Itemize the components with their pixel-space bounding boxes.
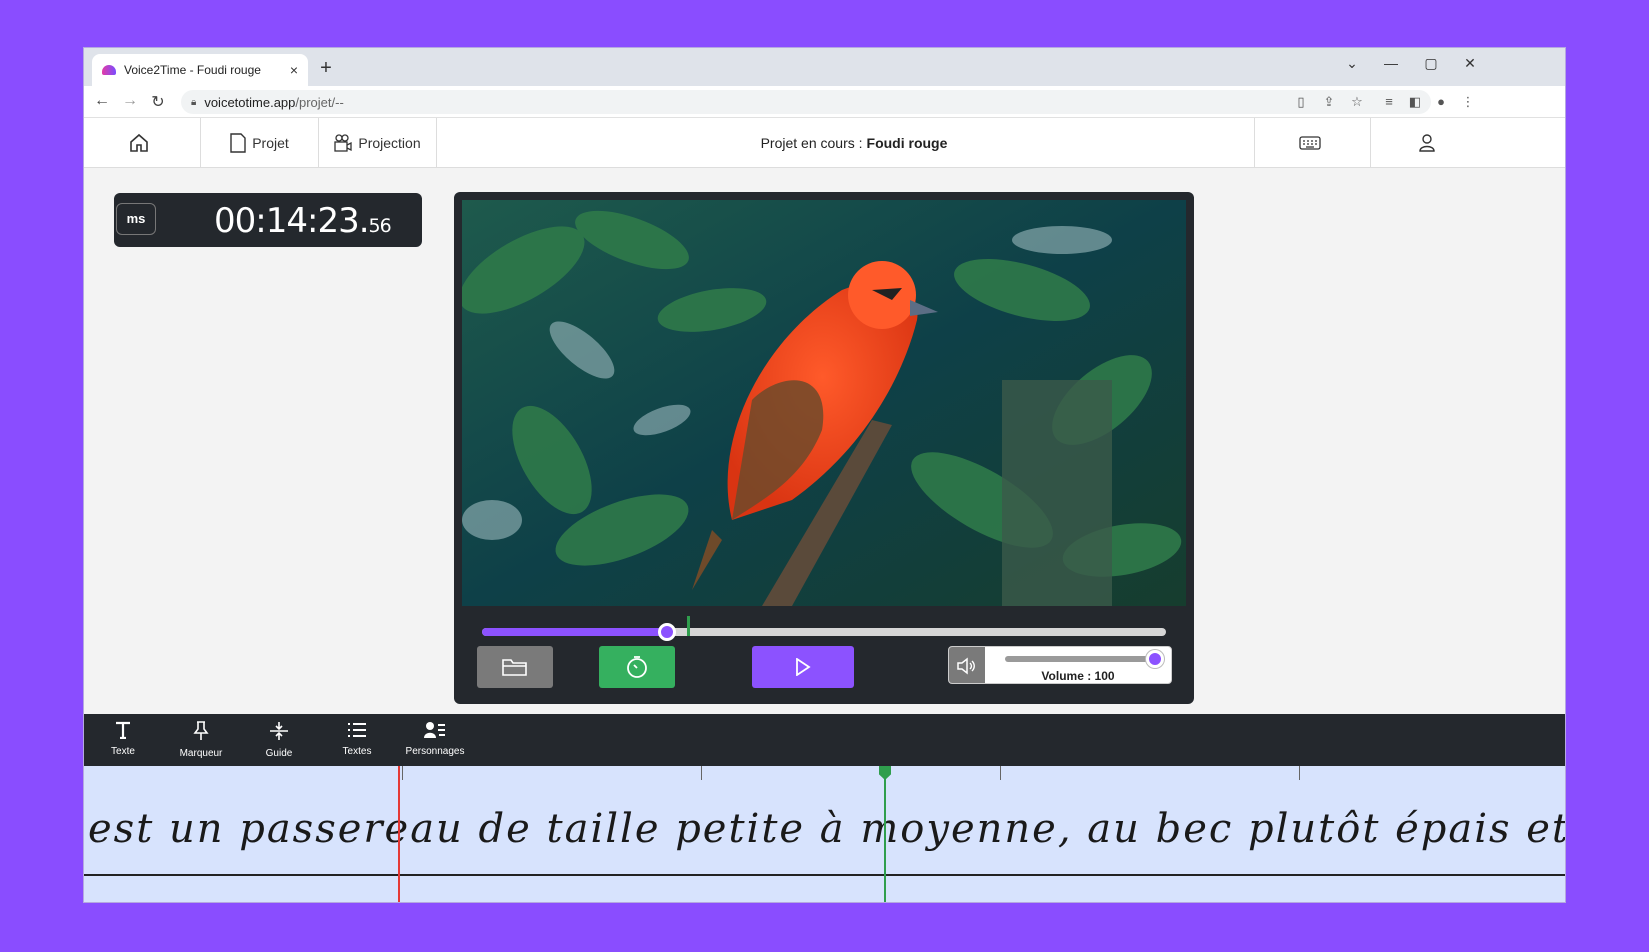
bird-video-image [462,200,1186,606]
address-bar: ← → ↻ 🔒︎ voicetotime.app/projet/-- ▯ ⇪ ☆… [84,86,1565,118]
share-icon[interactable]: ⇪ [1320,94,1338,110]
current-project: Projet en cours : Foudi rouge [454,118,1254,168]
browser-window: Voice2Time - Foudi rouge × + ⌄ — ▢ ✕ ← →… [83,47,1566,903]
user-button[interactable] [1371,118,1488,168]
stopwatch-icon [627,656,647,678]
url-path: /projet/-- [295,94,344,110]
tab-title: Voice2Time - Foudi rouge [124,63,261,77]
pin-icon [193,721,209,740]
mute-button[interactable] [949,647,985,683]
timer-display: ms 00:14:23.56 [114,193,422,247]
projet-button[interactable]: Projet [201,118,319,168]
tool-textes[interactable]: Textes [316,714,398,766]
ms-toggle-button[interactable]: ms [116,203,156,235]
volume-slider[interactable] [1005,656,1155,662]
menu-dots-icon[interactable]: ⋮ [1459,94,1477,110]
marker-cursor[interactable] [884,766,886,902]
app-header: Projet Projection Projet en cours : Foud… [84,118,1565,168]
stopwatch-button[interactable] [599,646,675,688]
time-ms: 56 [368,215,392,237]
reading-list-icon[interactable]: ≡ [1380,94,1398,110]
timeline-baseline [84,874,1565,876]
projector-icon [334,134,353,152]
home-button[interactable] [84,118,201,168]
reload-icon[interactable]: ↻ [144,92,172,112]
video-frame[interactable] [462,200,1186,606]
timeline-text[interactable]: est un passereau de taille petite à moye… [88,806,1565,852]
close-window-button[interactable]: ✕ [1455,52,1485,74]
tool-personnages[interactable]: Personnages [394,714,476,766]
volume-control: Volume : 100 [948,646,1172,684]
timeline[interactable]: est un passereau de taille petite à moye… [84,766,1565,902]
open-file-button[interactable] [477,646,553,688]
clipboard-icon[interactable]: ▯ [1292,94,1310,110]
play-icon [796,658,811,676]
keyboard-icon [1298,136,1321,150]
timeline-tick [402,766,403,780]
bookmark-star-icon[interactable]: ☆ [1348,94,1366,110]
browser-tab[interactable]: Voice2Time - Foudi rouge × [92,54,308,86]
projet-label: Projet [252,135,289,151]
text-icon [116,721,130,739]
projection-button[interactable]: Projection [319,118,437,168]
tool-label: Personnages [405,746,465,757]
guide-icon [270,722,288,740]
user-icon [1418,134,1435,152]
current-time-cursor[interactable] [398,766,400,902]
forward-icon[interactable]: → [116,92,144,110]
tool-label: Marqueur [179,748,223,759]
timeline-tick [1299,766,1300,780]
seek-progress [482,628,667,636]
back-icon[interactable]: ← [88,92,116,110]
tab-strip: Voice2Time - Foudi rouge × + ⌄ — ▢ ✕ [84,48,1565,86]
seek-bar[interactable] [482,616,1166,641]
lock-icon: 🔒︎ [191,96,197,108]
home-icon [130,133,148,152]
volume-label: Volume : 100 [1041,669,1115,683]
projection-label: Projection [358,135,421,151]
seek-handle[interactable] [657,623,676,641]
current-project-name: Foudi rouge [866,135,948,151]
document-icon [230,133,246,153]
seek-marker [687,616,691,636]
tool-guide[interactable]: Guide [238,714,320,766]
minimize-button[interactable]: — [1376,52,1406,74]
characters-icon [424,722,445,738]
timeline-tick [1000,766,1001,780]
tool-texte[interactable]: Texte [84,714,164,766]
tab-search-icon[interactable]: ⌄ [1337,52,1367,74]
tool-label: Guide [265,748,293,759]
tool-label: Texte [111,746,135,757]
url-field[interactable]: 🔒︎ voicetotime.app/projet/-- [181,90,1431,114]
keyboard-button[interactable] [1254,118,1371,168]
tab-close-icon[interactable]: × [290,62,298,78]
list-icon [348,723,366,737]
new-tab-button[interactable]: + [316,58,336,78]
video-player: Volume : 100 [454,192,1194,704]
marker-handle-icon[interactable] [879,766,891,780]
time-main: 00:14:23. [214,201,370,241]
tool-marqueur[interactable]: Marqueur [160,714,242,766]
time-value: 00:14:23.56 [214,201,392,241]
favicon-icon [102,65,116,75]
profile-icon[interactable]: ● [1432,94,1450,110]
tool-label: Textes [342,746,372,757]
speaker-icon [957,657,975,675]
url-host: voicetotime.app [204,94,296,110]
play-button[interactable] [752,646,854,688]
volume-handle[interactable] [1146,650,1164,668]
maximize-button[interactable]: ▢ [1416,52,1446,74]
timeline-tick [701,766,702,780]
side-panel-icon[interactable]: ◧ [1406,94,1424,110]
current-project-prefix: Projet en cours : [760,135,863,151]
editor-toolbar: Texte Marqueur Guide Textes Personnages [84,714,1565,766]
folder-icon [502,659,527,676]
